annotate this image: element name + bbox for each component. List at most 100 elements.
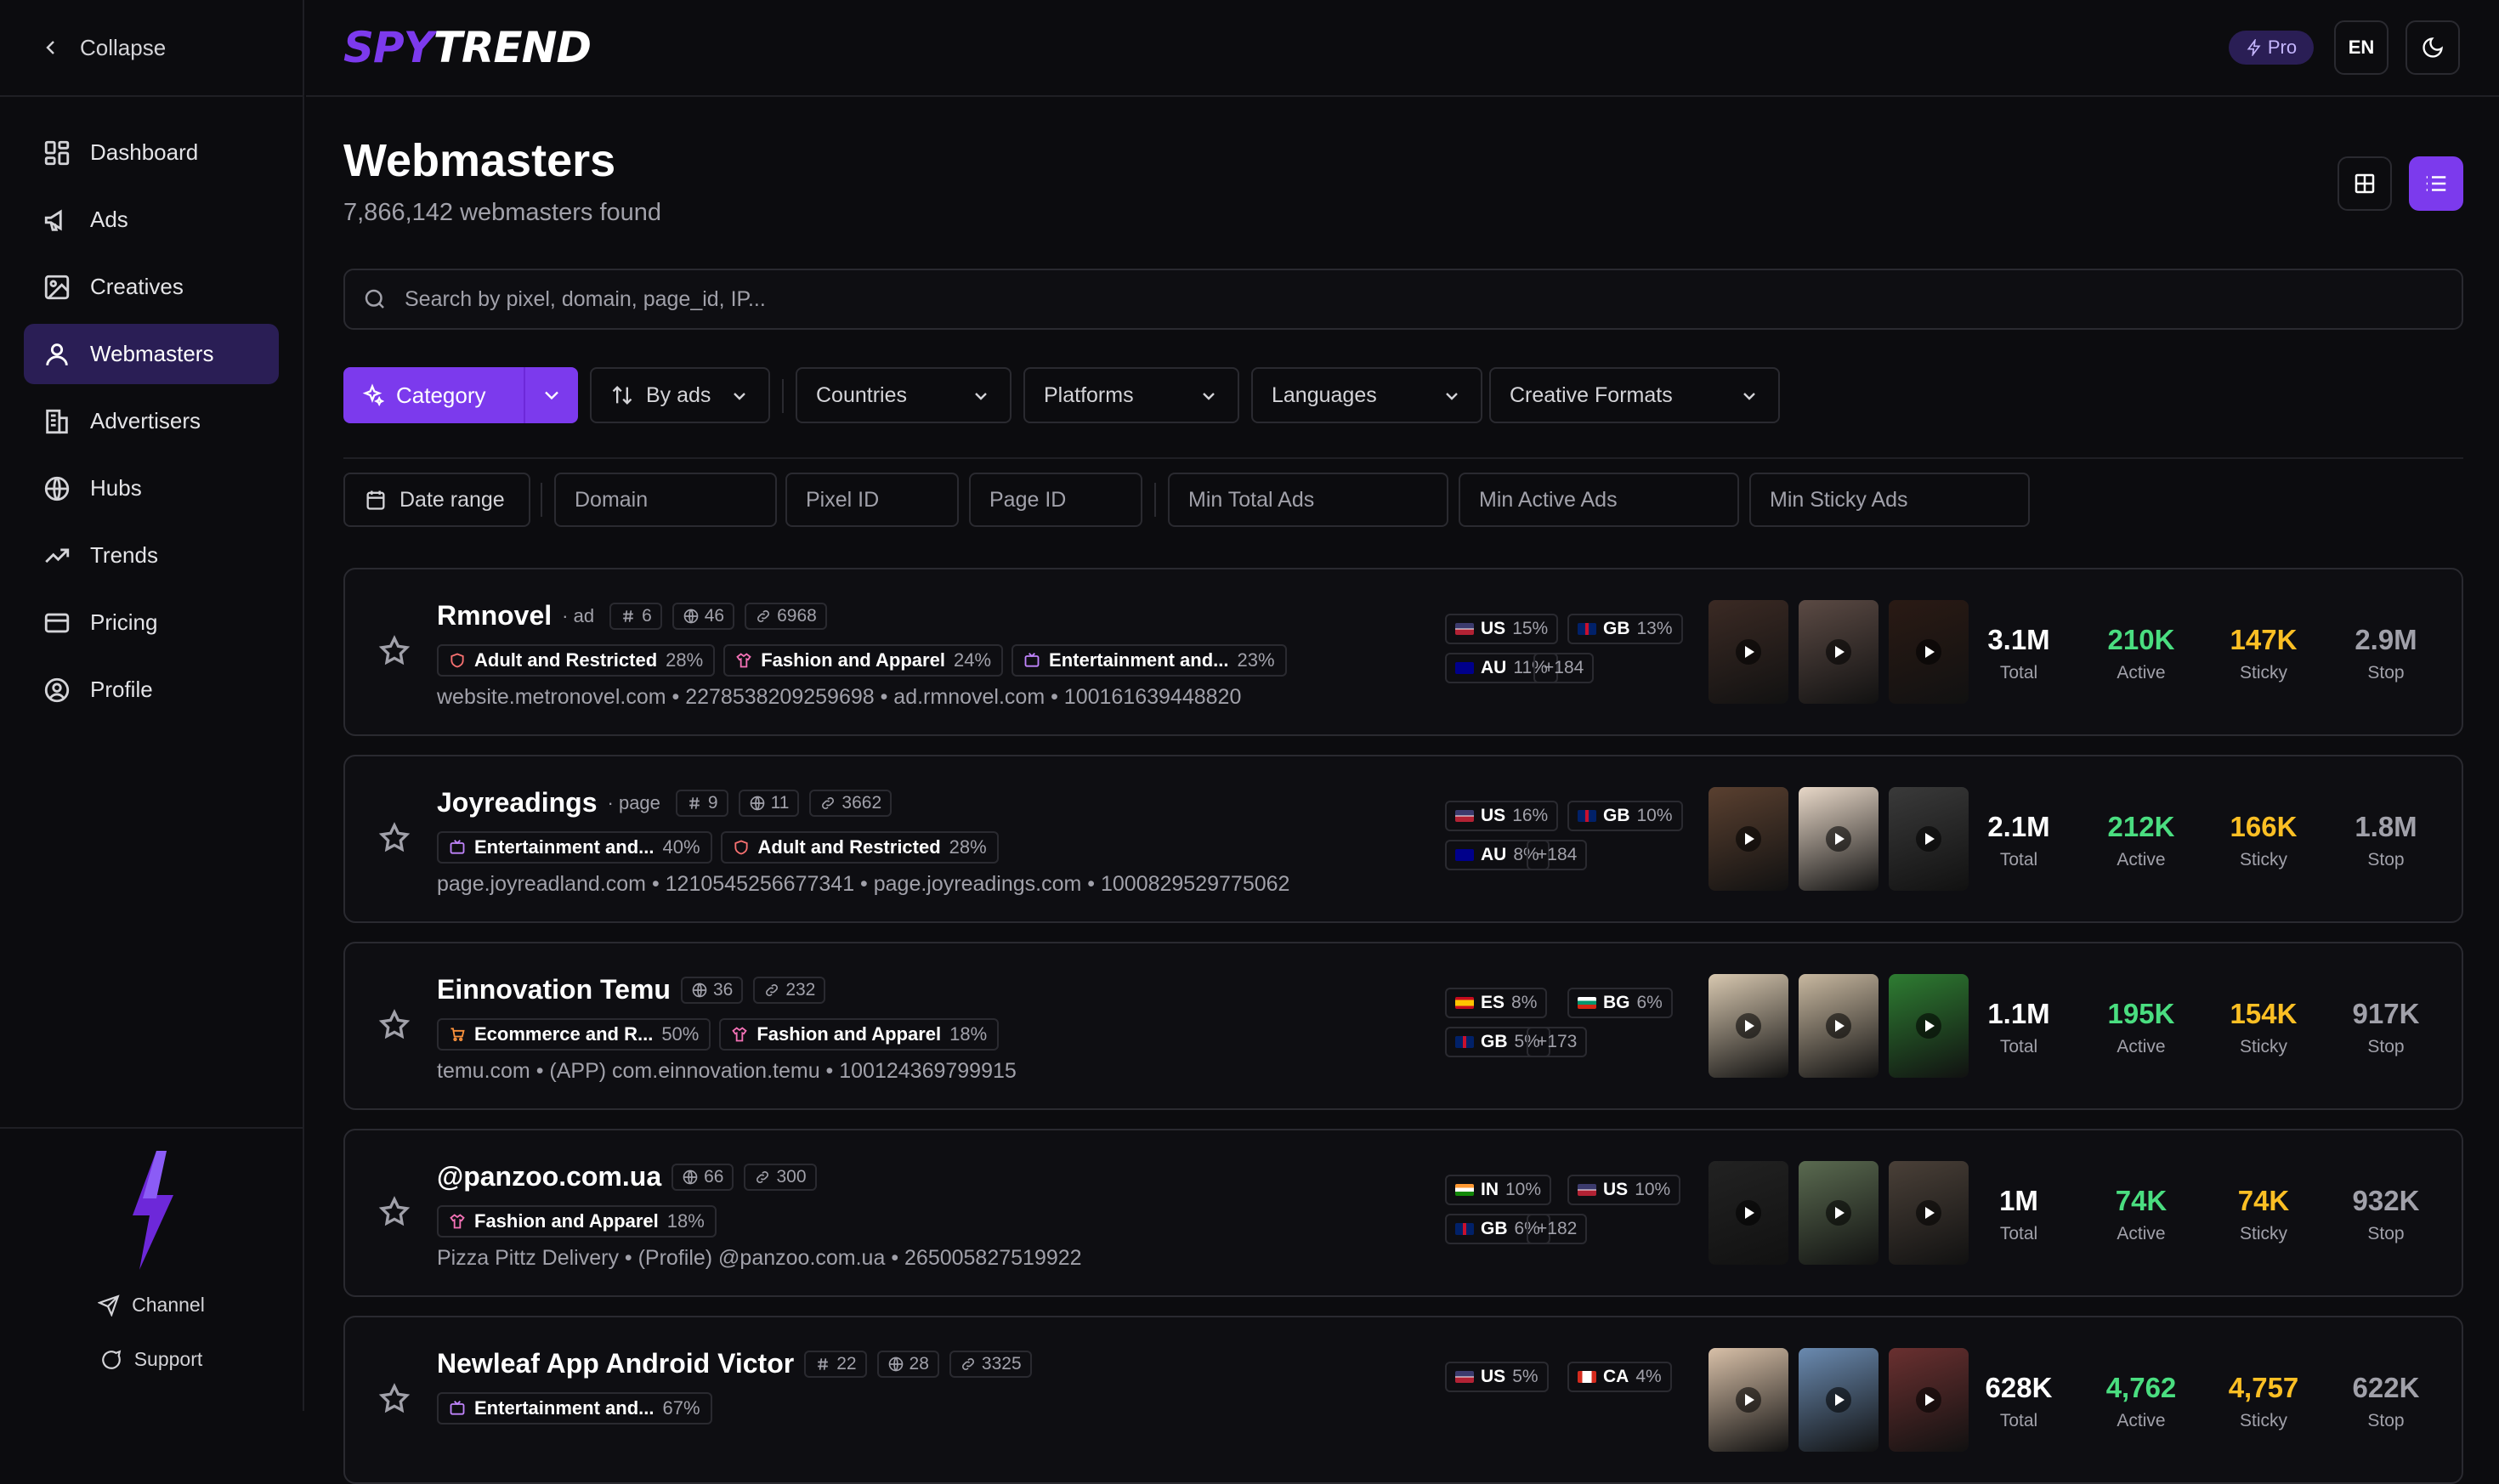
star-icon[interactable] [377,634,411,668]
star-icon[interactable] [377,1382,411,1416]
webmaster-name[interactable]: @panzoo.com.ua [437,1161,661,1192]
creative-thumbnail[interactable] [1799,974,1878,1078]
chevron-down-icon [1446,393,1458,400]
creative-thumbnail[interactable] [1708,974,1788,1078]
star-icon[interactable] [377,821,411,855]
star-icon[interactable] [377,1008,411,1042]
creative-thumbnail[interactable] [1799,787,1878,891]
category-label: Fashion and Apparel [756,1023,942,1045]
category-dropdown-toggle[interactable] [524,367,578,423]
app-logo[interactable]: SPY TREND [343,23,592,72]
creative-thumbnail[interactable] [1799,1161,1878,1265]
sidebar-item-ads[interactable]: Ads [24,190,279,250]
creative-thumbnail[interactable] [1889,787,1969,891]
sidebar-item-trends[interactable]: Trends [24,525,279,586]
creative-thumbnail[interactable] [1889,974,1969,1078]
category-tag[interactable]: Fashion and Apparel 18% [719,1018,1000,1051]
webmaster-name[interactable]: Rmnovel [437,600,552,632]
metric-total: 1.1M Total [1964,998,2074,1057]
date-range-button[interactable]: Date range [343,473,530,527]
webmaster-card[interactable]: Rmnovel · ad 6 46 6968 Adult and Restricted 28… [343,568,2463,736]
category-tag[interactable]: Fashion and Apparel 18% [437,1205,717,1238]
stat-chip: 6 [609,602,662,630]
webmaster-header: Einnovation Temu 36 232 [437,974,826,1005]
more-countries[interactable]: +173 [1527,1027,1588,1057]
creative-thumbnail[interactable] [1708,787,1788,891]
sidebar-item-webmasters[interactable]: Webmasters [24,324,279,384]
creative-thumbnail[interactable] [1889,1161,1969,1265]
grid-view-button[interactable] [2338,156,2392,211]
stat-value: 6968 [777,605,817,626]
languages-dropdown[interactable]: Languages [1251,367,1482,423]
domain-input[interactable] [554,473,777,527]
sidebar-item-pricing[interactable]: Pricing [24,592,279,653]
webmaster-card[interactable]: Einnovation Temu 36 232 Ecommerce and R... 5… [343,942,2463,1110]
webmaster-card[interactable]: @panzoo.com.ua 66 300 Fashion and Apparel 18… [343,1129,2463,1297]
webmaster-card[interactable]: Joyreadings · page 9 11 3662 Entertainment an… [343,755,2463,923]
star-icon[interactable] [377,1195,411,1229]
theme-toggle[interactable] [2406,20,2460,75]
channel-link[interactable]: Channel [0,1294,303,1317]
list-view-button[interactable] [2409,156,2463,211]
webmaster-name[interactable]: Newleaf App Android Victor [437,1348,794,1379]
min-sticky-ads-input[interactable] [1749,473,2030,527]
category-label: Fashion and Apparel [761,649,945,671]
tv-icon [450,1401,465,1415]
category-tag[interactable]: Entertainment and... 40% [437,831,712,864]
country-code: GB [1603,806,1630,825]
min-total-ads-input[interactable] [1168,473,1448,527]
creative-thumbnail[interactable] [1889,1348,1969,1452]
flag-icon [1578,1371,1596,1383]
platforms-dropdown[interactable]: Platforms [1023,367,1239,423]
page-id-input[interactable] [969,473,1142,527]
sidebar-item-profile[interactable]: Profile [24,660,279,720]
sidebar-item-advertisers[interactable]: Advertisers [24,391,279,451]
category-tag[interactable]: Adult and Restricted 28% [437,644,716,677]
webmaster-name[interactable]: Joyreadings [437,787,598,818]
category-tag[interactable]: Entertainment and... 23% [1012,644,1287,677]
sort-label: By ads [646,382,711,407]
creative-thumbnail[interactable] [1708,600,1788,704]
creative-thumbnail[interactable] [1799,600,1878,704]
creative-thumbnail[interactable] [1889,600,1969,704]
category-tag[interactable]: Ecommerce and R... 50% [437,1018,711,1051]
stat-value: 3325 [981,1353,1022,1374]
sort-dropdown[interactable]: By ads [590,367,770,423]
collapse-button[interactable]: Collapse [0,0,303,97]
creative-thumbnail[interactable] [1799,1348,1878,1452]
category-percent: 28% [949,836,987,858]
country-percent: 13% [1636,619,1673,638]
more-countries[interactable]: +184 [1533,653,1595,683]
webmaster-card[interactable]: Newleaf App Android Victor 22 28 3325 Entert… [343,1316,2463,1484]
language-button[interactable]: EN [2334,20,2388,75]
divider [343,457,2463,459]
sidebar-item-creatives[interactable]: Creatives [24,257,279,317]
creative-thumbnail[interactable] [1708,1161,1788,1265]
stat-chip: 22 [804,1350,867,1378]
flag-icon [1578,810,1596,822]
sidebar-item-hubs[interactable]: Hubs [24,458,279,518]
webmaster-name[interactable]: Einnovation Temu [437,974,671,1005]
sidebar-item-label: Dashboard [90,139,199,165]
more-countries[interactable]: +182 [1527,1214,1588,1244]
search-input[interactable] [405,286,2275,312]
creative-thumbnail[interactable] [1708,1348,1788,1452]
creative-formats-dropdown[interactable]: Creative Formats [1489,367,1780,423]
webmaster-header: Rmnovel · ad 6 46 6968 [437,600,827,632]
pixel-id-input[interactable] [785,473,959,527]
globe-icon [750,796,764,810]
category-tag[interactable]: Adult and Restricted 28% [720,831,999,864]
sidebar-item-dashboard[interactable]: Dashboard [24,122,279,183]
chevron-down-icon [1743,393,1755,400]
support-link[interactable]: Support [0,1348,303,1371]
min-active-ads-input[interactable] [1459,473,1739,527]
channel-label: Channel [132,1294,205,1316]
pro-badge[interactable]: Pro [2229,31,2314,65]
category-tag[interactable]: Fashion and Apparel 24% [723,644,1004,677]
category-button[interactable]: Category [343,367,578,423]
more-countries[interactable]: +184 [1527,840,1588,870]
metric-value: 1M [1999,1185,2038,1216]
category-label: Fashion and Apparel [474,1210,659,1232]
countries-dropdown[interactable]: Countries [796,367,1012,423]
category-tag[interactable]: Entertainment and... 67% [437,1392,712,1425]
